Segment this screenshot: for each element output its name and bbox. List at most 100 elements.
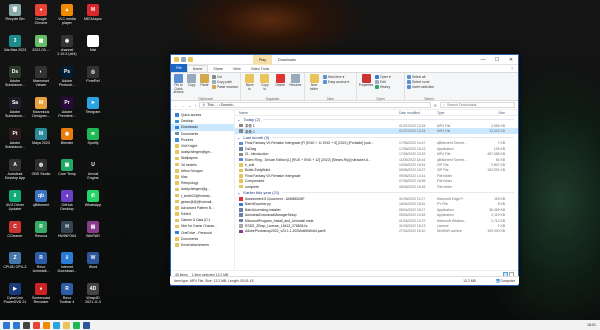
desktop-icon[interactable]: ⇩ Internet Download...	[54, 252, 80, 280]
new-item-button[interactable]: New item ▾	[323, 75, 349, 79]
taskbar-app-icon[interactable]	[53, 321, 60, 329]
desktop-icon[interactable]: M Maya 2023	[28, 128, 54, 156]
taskbar-app-icon[interactable]	[63, 321, 70, 329]
file-row[interactable]: e_soft 10/06/2022 18:51 ZIP File 2,807 KB	[235, 162, 518, 167]
file-row[interactable]: 01. Introduction 17/06/2022 23:19 MP4 File…	[235, 152, 518, 157]
tab-home[interactable]: Home	[186, 65, 209, 72]
minimize-button[interactable]: —	[476, 55, 490, 65]
context-tab-play[interactable]: Play	[253, 54, 272, 65]
copy-path-button[interactable]: Copy path	[211, 80, 238, 84]
search-input[interactable]: ⌕ Search Downloads	[440, 102, 515, 108]
file-row[interactable]: RSDS_ZBrsp_License_18413_278828.lic 31/03…	[235, 223, 518, 228]
desktop-icon[interactable]: ◉ Blender	[54, 128, 80, 156]
invert-selection-button[interactable]: Invert selection	[407, 85, 434, 89]
group-header[interactable]: ⌄ Today (2)	[235, 116, 518, 123]
properties-icon[interactable]	[181, 57, 186, 62]
refresh-icon[interactable]: ⟳	[434, 103, 437, 108]
column-date[interactable]: Date modified	[399, 111, 437, 115]
up-arrow-icon[interactable]: ↑	[194, 103, 196, 108]
address-bar[interactable]: ⬇ This ... › Downlo...	[199, 102, 431, 108]
desktop-icon[interactable]: R Revo Uninstall...	[28, 252, 54, 280]
desktop-icon[interactable]: ◎ PureRef	[80, 66, 106, 94]
chevron-down-icon[interactable]: ⌄	[188, 103, 191, 108]
desktop-icon[interactable]: W Word	[80, 252, 106, 280]
group-header[interactable]: ⌄ Last month (9)	[235, 134, 518, 141]
column-name[interactable]: Name	[239, 111, 399, 115]
tab-view[interactable]: View	[228, 66, 246, 72]
easy-access-button[interactable]: Easy access ▾	[323, 80, 349, 84]
desktop-icon[interactable]: qb qBittorrent	[28, 190, 54, 218]
desktop-icon[interactable]: ≋ Spotify	[80, 128, 106, 156]
desktop-icon[interactable]: M Marvelous Designer...	[28, 97, 54, 125]
maximize-button[interactable]: ☐	[490, 55, 504, 65]
taskbar-app-icon[interactable]	[13, 321, 20, 329]
close-button[interactable]: ✕	[504, 55, 518, 65]
file-row[interactable]: Elden Ring - Deluxe Edition [L] [RUS + E…	[235, 157, 518, 162]
desktop-icon[interactable]: ▦ 2022-03-...	[28, 35, 54, 63]
desktop-icon[interactable]: ▲ VLC media player	[54, 4, 80, 32]
desktop-icon[interactable]: U Unreal Engine	[80, 159, 106, 187]
desktop-icon[interactable]: ▤ WinRAR	[80, 221, 106, 249]
desktop-icon[interactable]: Pr Adobe Premiere...	[54, 97, 80, 125]
group-header[interactable]: ⌄ Earlier this year (21)	[235, 189, 518, 196]
desktop-icon[interactable]: Pt Adobe Substance...	[2, 128, 28, 156]
desktop-icon[interactable]: Ps Adobe Photosh...	[54, 66, 80, 94]
open-button[interactable]: Open ▾	[375, 75, 391, 79]
desktop-icon[interactable]: R Recuva	[28, 221, 54, 249]
edit-button[interactable]: Edit	[375, 80, 391, 84]
column-type[interactable]: Type	[437, 111, 475, 115]
desktop-icon[interactable]: A Autodesk Desktop App	[2, 159, 28, 187]
desktop-icon[interactable]: Sa Adobe Substance...	[2, 97, 28, 125]
desktop-icon[interactable]: H HWiNFO64	[54, 221, 80, 249]
select-all-button[interactable]: Select all	[407, 75, 434, 79]
file-row[interactable]: DsDiag 17/06/2022 16:13 Application 106 KB	[235, 146, 518, 151]
tab-video-tools[interactable]: Video Tools	[246, 66, 274, 72]
desktop-icon[interactable]: ▣ Core Temp	[54, 159, 80, 187]
desktop-icon[interactable]: 🗑 Recycle Bin	[2, 4, 28, 32]
file-row[interactable]: AutodeskDownloadManagerSetup 05/04/2022 1…	[235, 212, 518, 217]
desktop-icon[interactable]: C CCleaner	[2, 221, 28, 249]
taskbar-app-icon[interactable]	[73, 321, 80, 329]
cut-button[interactable]: Cut	[211, 75, 238, 79]
file-row[interactable]: AdobePhotoshop2022_v23.1.1.202Multi4Win6…	[235, 229, 518, 234]
forward-arrow-icon[interactable]: →	[181, 103, 185, 108]
help-icon[interactable]: ?	[506, 66, 518, 72]
desktop-icon[interactable]: M Mist	[80, 35, 106, 63]
file-row[interactable]: MicrosoftProgram_Install_and_Uninstall.m…	[235, 218, 518, 223]
desktop-icon[interactable]: ● Screencast Recorder	[28, 283, 54, 311]
file-row[interactable]: Assessment 8 Document - 6AMB8026F 31/05/2…	[235, 196, 518, 201]
desktop-icon[interactable]: 3 3ds Max 2023	[2, 35, 28, 63]
taskbar-app-icon[interactable]	[23, 321, 30, 329]
file-row[interactable]: BatchLicensing-installer 05/04/2022 15:17…	[235, 207, 518, 212]
desktop-icon[interactable]: ▶ CyberLink PowerDVD 21	[2, 283, 28, 311]
folder-icon[interactable]	[174, 57, 179, 62]
back-arrow-icon[interactable]: ←	[174, 103, 178, 108]
desktop-icon[interactable]: R Revo Toolbar 4	[54, 283, 80, 311]
file-row[interactable]: 录像 1 01/07/2022 13:24 MP4 File 2,565 KB	[235, 123, 518, 128]
tab-file[interactable]: File	[171, 64, 187, 72]
desktop-icon[interactable]: ➤ Telegram	[80, 97, 106, 125]
history-button[interactable]: History	[375, 85, 391, 89]
paste-shortcut-button[interactable]: Paste shortcut	[211, 85, 238, 89]
taskbar-app-icon[interactable]	[33, 321, 40, 329]
column-size[interactable]: Size	[475, 111, 505, 115]
file-row[interactable]: BatchExporter.py 18/04/2022 18:51 PY File 8…	[235, 202, 518, 207]
desktop-icon[interactable]: ◉ channel 2.19.3 (x64)	[54, 35, 80, 63]
desktop-icon[interactable]: ◕ GitHub Desktop	[54, 190, 80, 218]
taskbar-app-icon[interactable]	[43, 321, 50, 329]
nav-item[interactable]: Email attachments	[171, 242, 234, 248]
file-row[interactable]: Final Fantasy VII Remake Intergrade [FI …	[235, 141, 518, 146]
select-none-button[interactable]: Select none	[407, 80, 434, 84]
desktop-icon[interactable]: M MEGAsync	[80, 4, 106, 32]
desktop-icon[interactable]: Z CPUID CPU-Z	[2, 252, 28, 280]
desktop-icon[interactable]: 4D Wrap4D 2021.11.3	[80, 283, 106, 311]
desktop-icon[interactable]: Ds Adobe Substance...	[2, 66, 28, 94]
desktop-icon[interactable]: ◍ OBS Studio	[28, 159, 54, 187]
desktop-icon[interactable]: ◐ Marmoset Viewer	[28, 66, 54, 94]
desktop-icon[interactable]: ✆ WhatsApp	[80, 190, 106, 218]
new-folder-icon[interactable]	[188, 57, 193, 62]
desktop-icon[interactable]: ● Google Chrome	[28, 4, 54, 32]
file-row[interactable]: Bullet-EarlyBuild 09/06/2022 18:27 ZIP Fil…	[235, 168, 518, 173]
desktop-icon[interactable]: ⬇ AVG Driver Updater	[2, 190, 28, 218]
file-row[interactable]: 录像 2 01/07/2022 13:24 MP4 File 13,524 KB	[235, 128, 518, 134]
